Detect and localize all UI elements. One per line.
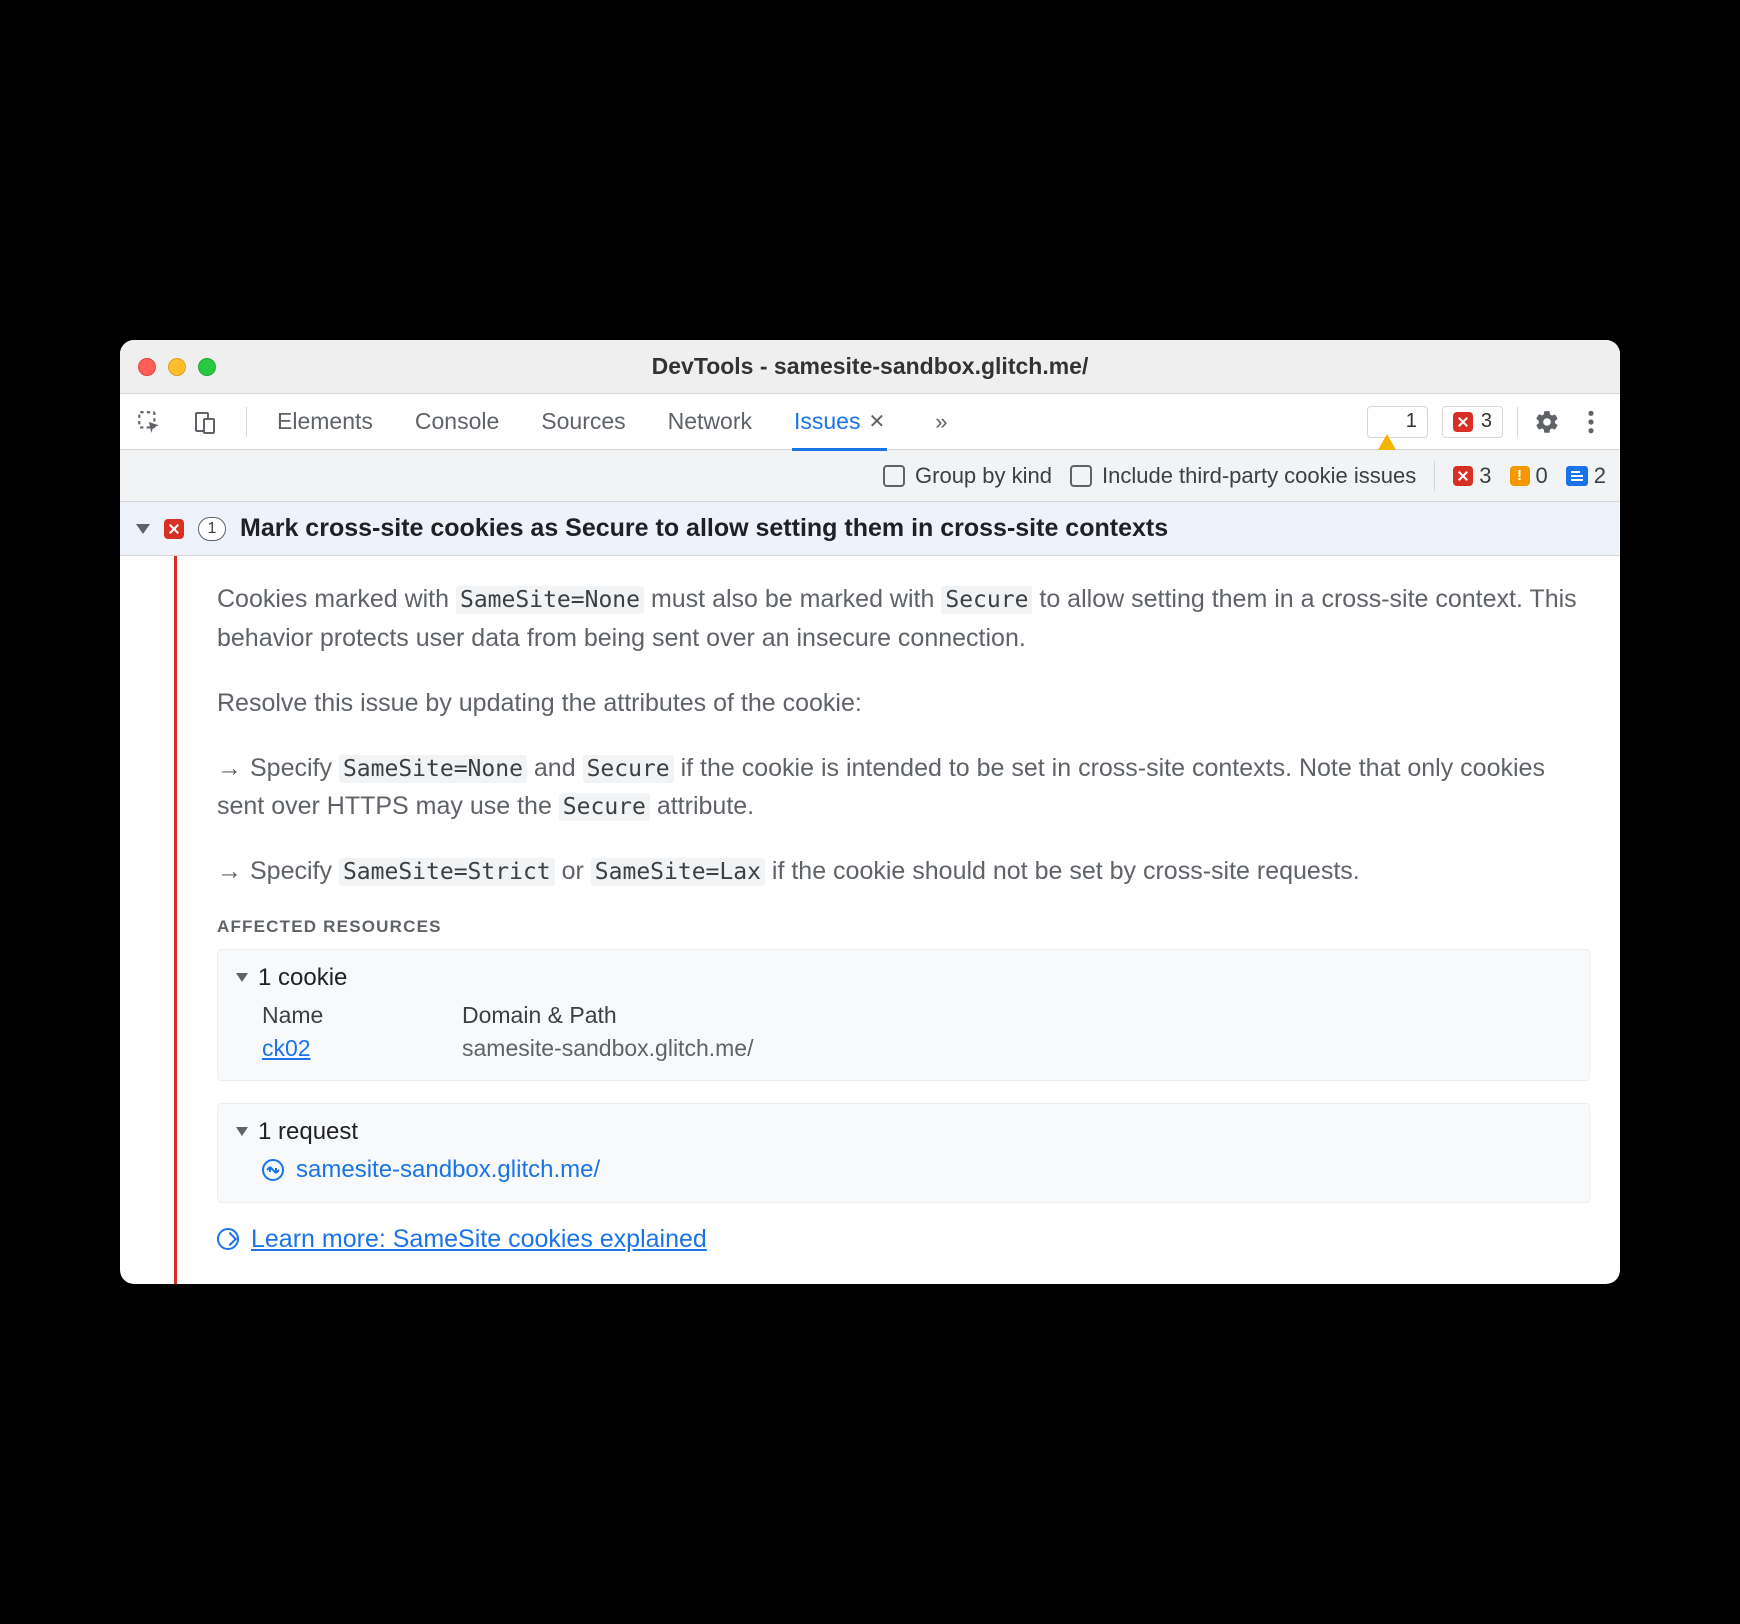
warning-triangle-icon bbox=[1378, 412, 1398, 432]
affected-cookies-panel: 1 cookie Name Domain & Path ck02 samesit… bbox=[217, 949, 1590, 1081]
tab-issues[interactable]: Issues ✕ bbox=[794, 394, 885, 450]
disclosure-triangle-icon bbox=[236, 973, 248, 982]
text: or bbox=[555, 857, 591, 885]
request-row[interactable]: samesite-sandbox.glitch.me/ bbox=[262, 1156, 1571, 1184]
issue-title: Mark cross-site cookies as Secure to all… bbox=[240, 514, 1168, 543]
include-third-party-label: Include third-party cookie issues bbox=[1102, 463, 1416, 489]
warnings-badge[interactable]: 1 bbox=[1367, 406, 1428, 438]
tab-elements[interactable]: Elements bbox=[277, 394, 373, 450]
tab-network[interactable]: Network bbox=[668, 394, 752, 450]
more-tabs-icon[interactable]: » bbox=[935, 394, 947, 450]
titlebar: DevTools - samesite-sandbox.glitch.me/ bbox=[120, 340, 1620, 394]
request-arrows-icon bbox=[262, 1159, 284, 1181]
affected-requests-panel: 1 request samesite-sandbox.glitch.me/ bbox=[217, 1103, 1590, 1203]
text: Cookies marked with bbox=[217, 585, 456, 613]
code-samesite-lax: SameSite=Lax bbox=[591, 858, 765, 886]
filter-divider bbox=[1434, 461, 1435, 491]
panel-tabs: Elements Console Sources Network Issues … bbox=[277, 394, 948, 450]
text: and bbox=[527, 754, 583, 782]
text: attribute. bbox=[650, 792, 754, 820]
error-x-icon bbox=[1453, 466, 1473, 486]
requests-panel-title: 1 request bbox=[258, 1118, 358, 1146]
code-samesite-none: SameSite=None bbox=[339, 755, 527, 783]
issue-kind-counts: 3 ! 0 2 bbox=[1453, 463, 1606, 489]
code-secure: Secure bbox=[941, 586, 1032, 614]
issue-header-row[interactable]: 1 Mark cross-site cookies as Secure to a… bbox=[120, 502, 1620, 556]
text: Specify bbox=[250, 754, 339, 782]
group-by-kind-label: Group by kind bbox=[915, 463, 1052, 489]
warning-count[interactable]: ! 0 bbox=[1510, 463, 1548, 489]
checkbox-icon bbox=[1070, 465, 1092, 487]
info-icon bbox=[1566, 466, 1588, 486]
warning-bang-icon: ! bbox=[1510, 466, 1530, 486]
errors-badge[interactable]: 3 bbox=[1442, 406, 1503, 438]
include-third-party-checkbox[interactable]: Include third-party cookie issues bbox=[1070, 463, 1416, 489]
requests-panel-header[interactable]: 1 request bbox=[236, 1118, 1571, 1146]
table-row: ck02 samesite-sandbox.glitch.me/ bbox=[262, 1035, 1571, 1062]
devtools-window: DevTools - samesite-sandbox.glitch.me/ bbox=[120, 340, 1620, 1284]
window-title: DevTools - samesite-sandbox.glitch.me/ bbox=[120, 353, 1620, 380]
device-toolbar-icon[interactable] bbox=[190, 407, 220, 437]
info-count-value: 2 bbox=[1594, 463, 1606, 489]
error-x-icon bbox=[164, 519, 184, 539]
warning-count-value: 0 bbox=[1536, 463, 1548, 489]
toolbar-divider bbox=[1517, 407, 1518, 437]
code-secure: Secure bbox=[583, 755, 674, 783]
disclosure-triangle-icon bbox=[236, 1127, 248, 1136]
cookie-name-link[interactable]: ck02 bbox=[262, 1035, 311, 1061]
group-by-kind-checkbox[interactable]: Group by kind bbox=[883, 463, 1052, 489]
text: if the cookie should not be set by cross… bbox=[765, 857, 1360, 885]
tab-console[interactable]: Console bbox=[415, 394, 499, 450]
cookies-panel-header[interactable]: 1 cookie bbox=[236, 964, 1571, 992]
error-x-icon bbox=[1453, 412, 1473, 432]
warnings-count: 1 bbox=[1406, 410, 1417, 433]
col-domain-header: Domain & Path bbox=[462, 1002, 617, 1029]
issue-body: Cookies marked with SameSite=None must a… bbox=[120, 556, 1620, 1284]
arrow-right-icon: → bbox=[217, 857, 242, 885]
text: Specify bbox=[250, 857, 339, 885]
col-name-header: Name bbox=[262, 1002, 422, 1029]
close-issues-tab-icon[interactable]: ✕ bbox=[868, 412, 885, 432]
issue-description: Cookies marked with SameSite=None must a… bbox=[217, 580, 1590, 891]
cookies-table: Name Domain & Path ck02 samesite-sandbox… bbox=[262, 1002, 1571, 1062]
more-options-icon[interactable] bbox=[1576, 407, 1606, 437]
code-secure: Secure bbox=[559, 793, 650, 821]
toolbar-divider bbox=[246, 407, 247, 437]
main-toolbar: Elements Console Sources Network Issues … bbox=[120, 394, 1620, 450]
text: must also be marked with bbox=[644, 585, 941, 613]
code-samesite-strict: SameSite=Strict bbox=[339, 858, 555, 886]
error-count-value: 3 bbox=[1479, 463, 1491, 489]
cookies-panel-title: 1 cookie bbox=[258, 964, 347, 992]
learn-more-link[interactable]: Learn more: SameSite cookies explained bbox=[251, 1225, 707, 1254]
settings-gear-icon[interactable] bbox=[1532, 407, 1562, 437]
info-count[interactable]: 2 bbox=[1566, 463, 1606, 489]
learn-more-arrow-icon bbox=[217, 1228, 239, 1250]
text: Resolve this issue by updating the attri… bbox=[217, 684, 1590, 723]
issue-occurrence-count: 1 bbox=[198, 517, 226, 541]
disclosure-triangle-icon bbox=[136, 524, 150, 534]
code-samesite-none: SameSite=None bbox=[456, 586, 644, 614]
arrow-right-icon: → bbox=[217, 754, 242, 782]
inspect-element-icon[interactable] bbox=[134, 407, 164, 437]
checkbox-icon bbox=[883, 465, 905, 487]
learn-more-row[interactable]: Learn more: SameSite cookies explained bbox=[217, 1225, 1590, 1254]
issues-filter-bar: Group by kind Include third-party cookie… bbox=[120, 450, 1620, 502]
tab-sources[interactable]: Sources bbox=[541, 394, 625, 450]
tab-issues-label: Issues bbox=[794, 408, 860, 435]
request-url[interactable]: samesite-sandbox.glitch.me/ bbox=[296, 1156, 600, 1184]
cookie-domain-path: samesite-sandbox.glitch.me/ bbox=[462, 1035, 753, 1062]
affected-resources-label: AFFECTED RESOURCES bbox=[217, 917, 1590, 937]
error-count[interactable]: 3 bbox=[1453, 463, 1491, 489]
errors-count: 3 bbox=[1481, 410, 1492, 433]
